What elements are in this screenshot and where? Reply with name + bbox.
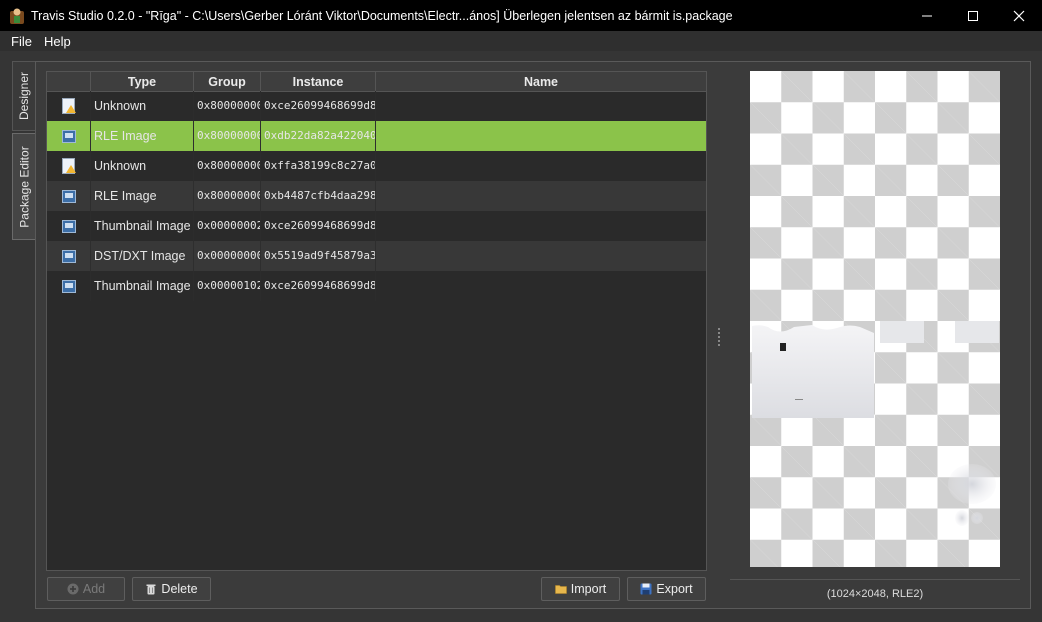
preview-info: (1024×2048, RLE2): [826, 588, 924, 600]
menu-help[interactable]: Help: [38, 34, 77, 49]
cell-instance: 0xce26099468699d89: [261, 91, 376, 121]
cell-name: [376, 181, 706, 211]
column-header-type[interactable]: Type: [91, 72, 194, 92]
delete-button-label: Delete: [161, 582, 198, 596]
cell-name: [376, 91, 706, 121]
cell-group: 0x00000002: [194, 211, 261, 241]
add-button[interactable]: Add: [47, 577, 125, 601]
cell-name: [376, 271, 706, 301]
image-icon: [61, 129, 76, 143]
maximize-button[interactable]: [950, 0, 996, 31]
texture-preview-image: [752, 321, 999, 526]
window-title: Travis Studio 0.2.0 - "Rīga" - C:\Users\…: [31, 8, 733, 23]
delete-button[interactable]: Delete: [132, 577, 211, 601]
cell-type: RLE Image: [91, 121, 194, 151]
cell-instance: 0xffa38199c8c27a06: [261, 151, 376, 181]
table-row[interactable]: DST/DXT Image 0x00000000 0x5519ad9f45879…: [47, 241, 706, 271]
cell-type: Thumbnail Image: [91, 271, 194, 301]
cell-name: [376, 241, 706, 271]
table-header: Type Group Instance Name: [47, 72, 706, 92]
cell-instance: 0xce26099468699d89: [261, 211, 376, 241]
column-header-group[interactable]: Group: [194, 72, 261, 92]
table-row[interactable]: Unknown 0x80000000 0xce26099468699d89: [47, 91, 706, 121]
close-button[interactable]: [996, 0, 1042, 31]
image-icon: [61, 219, 76, 233]
tab-designer[interactable]: Designer: [12, 61, 37, 131]
maximize-icon: [968, 10, 978, 21]
cell-name: [376, 121, 706, 151]
title-bar: Travis Studio 0.2.0 - "Rīga" - C:\Users\…: [0, 0, 1042, 31]
resource-table: Type Group Instance Name Unknown 0x80000…: [46, 71, 707, 571]
image-preview: [750, 71, 1000, 567]
cell-type: DST/DXT Image: [91, 241, 194, 271]
cell-type: RLE Image: [91, 181, 194, 211]
image-icon: [61, 189, 76, 203]
tab-package-editor-label: Package Editor: [17, 145, 32, 228]
image-icon: [61, 279, 76, 293]
cell-instance: 0x5519ad9f45879a36: [261, 241, 376, 271]
cell-group: 0x00000102: [194, 271, 261, 301]
add-icon: [67, 583, 79, 595]
unknown-file-icon: [62, 98, 76, 114]
tab-designer-label: Designer: [17, 71, 32, 121]
cell-group: 0x00000000: [194, 241, 261, 271]
menu-bar: File Help: [0, 31, 1042, 51]
table-row[interactable]: Thumbnail Image 0x00000002 0xce260994686…: [47, 211, 706, 241]
export-button-label: Export: [656, 582, 693, 596]
column-header-instance[interactable]: Instance: [261, 72, 376, 92]
column-header-icon[interactable]: [47, 72, 91, 92]
table-row[interactable]: Thumbnail Image 0x00000102 0xce260994686…: [47, 271, 706, 301]
preview-divider: [730, 579, 1020, 580]
app-icon: [8, 7, 26, 25]
minimize-icon: [922, 15, 932, 16]
image-icon: [61, 249, 76, 263]
cell-name: [376, 211, 706, 241]
table-row[interactable]: Unknown 0x80000000 0xffa38199c8c27a06: [47, 151, 706, 181]
save-icon: [640, 583, 652, 595]
cell-group: 0x80000000: [194, 121, 261, 151]
minimize-button[interactable]: [904, 0, 950, 31]
trash-icon: [146, 584, 156, 595]
cell-instance: 0xdb22da82a422040a: [261, 121, 376, 151]
cell-name: [376, 151, 706, 181]
cell-type: Unknown: [91, 151, 194, 181]
import-button-label: Import: [570, 582, 607, 596]
cell-group: 0x80000000: [194, 91, 261, 121]
cell-instance: 0xce26099468699d89: [261, 271, 376, 301]
export-button[interactable]: Export: [627, 577, 706, 601]
cell-group: 0x80000000: [194, 181, 261, 211]
table-row[interactable]: RLE Image 0x80000000 0xb4487cfb4daa2981: [47, 181, 706, 211]
table-row-selected[interactable]: RLE Image 0x80000000 0xdb22da82a422040a: [47, 121, 706, 151]
unknown-file-icon: [62, 158, 76, 174]
cell-instance: 0xb4487cfb4daa2981: [261, 181, 376, 211]
folder-icon: [554, 585, 567, 594]
tab-package-editor[interactable]: Package Editor: [12, 133, 37, 240]
cell-type: Unknown: [91, 91, 194, 121]
splitter-handle[interactable]: [718, 328, 721, 348]
add-button-label: Add: [82, 582, 106, 596]
cell-group: 0x80000000: [194, 151, 261, 181]
close-icon: [1013, 10, 1025, 21]
import-button[interactable]: Import: [541, 577, 620, 601]
column-header-name[interactable]: Name: [376, 72, 706, 92]
menu-file[interactable]: File: [0, 34, 38, 49]
cell-type: Thumbnail Image: [91, 211, 194, 241]
